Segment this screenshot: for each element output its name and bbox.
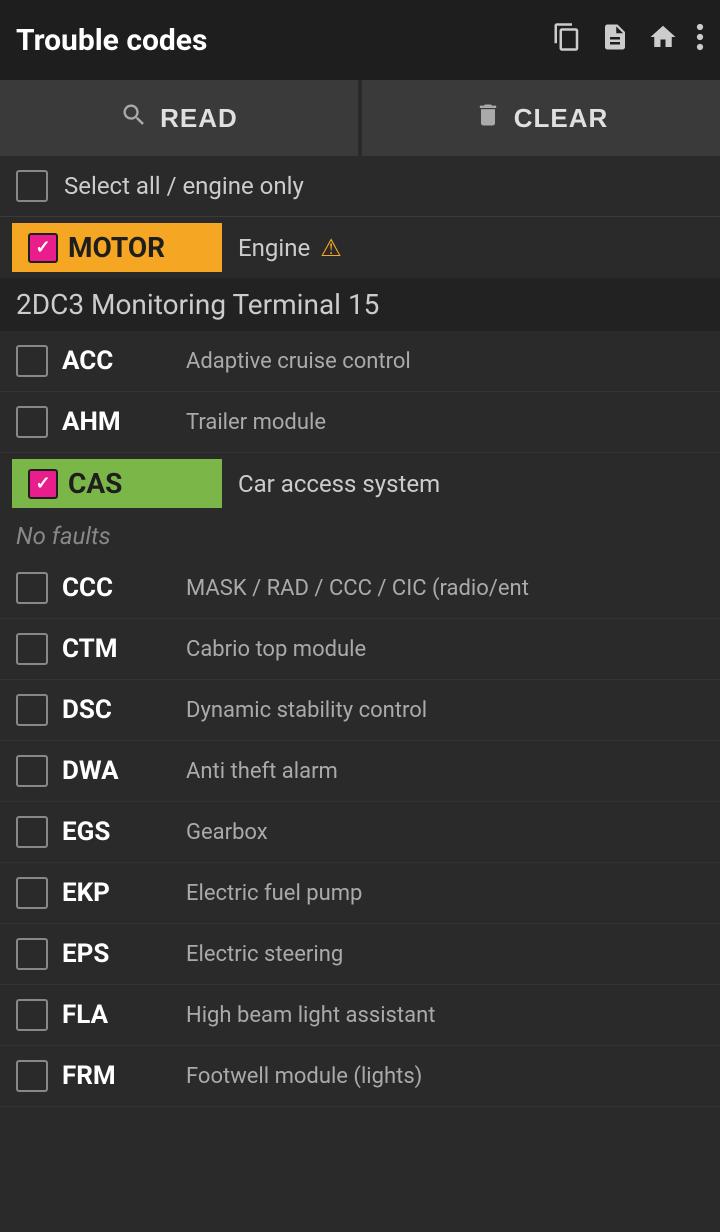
list-item[interactable]: EPS Electric steering [0, 924, 720, 985]
list-item[interactable]: CTM Cabrio top module [0, 619, 720, 680]
file-icon[interactable] [600, 22, 630, 59]
ekp-checkbox[interactable] [16, 877, 48, 909]
ctm-code: CTM [62, 634, 172, 664]
ahm-checkbox[interactable] [16, 406, 48, 438]
motor-desc-text: Engine [238, 234, 310, 262]
cas-code: CAS [68, 467, 122, 500]
page-title: Trouble codes [16, 23, 552, 58]
fla-desc: High beam light assistant [186, 1003, 704, 1028]
dwa-checkbox[interactable] [16, 755, 48, 787]
dsc-code: DSC [62, 695, 172, 725]
cas-description: Car access system [222, 470, 440, 498]
acc-checkbox[interactable] [16, 345, 48, 377]
fla-checkbox[interactable] [16, 999, 48, 1031]
dwa-desc: Anti theft alarm [186, 759, 704, 784]
header-actions [552, 22, 704, 59]
cas-checkbox[interactable] [28, 469, 58, 499]
ctm-desc: Cabrio top module [186, 637, 704, 662]
list-item[interactable]: DSC Dynamic stability control [0, 680, 720, 741]
cas-module-header[interactable]: CAS Car access system [0, 453, 720, 514]
read-button[interactable]: READ [0, 80, 358, 156]
egs-code: EGS [62, 817, 172, 847]
eps-code: EPS [62, 939, 172, 969]
acc-code: ACC [62, 346, 172, 376]
frm-checkbox[interactable] [16, 1060, 48, 1092]
acc-desc: Adaptive cruise control [186, 349, 704, 374]
delete-icon [474, 101, 502, 136]
fla-code: FLA [62, 1000, 172, 1030]
ahm-code: AHM [62, 407, 172, 437]
ccc-code: CCC [62, 573, 172, 603]
home-icon[interactable] [648, 22, 678, 59]
dwa-code: DWA [62, 756, 172, 786]
more-vert-icon[interactable] [696, 22, 704, 59]
eps-desc: Electric steering [186, 942, 704, 967]
ekp-code: EKP [62, 878, 172, 908]
ekp-desc: Electric fuel pump [186, 881, 704, 906]
clear-label: CLEAR [514, 103, 609, 134]
egs-desc: Gearbox [186, 820, 704, 845]
section-title: 2DC3 Monitoring Terminal 15 [0, 278, 720, 331]
no-faults-status: No faults [0, 514, 720, 558]
header: Trouble codes [0, 0, 720, 80]
motor-checkbox[interactable] [28, 233, 58, 263]
list-item[interactable]: AHM Trailer module [0, 392, 720, 453]
toolbar: READ CLEAR [0, 80, 720, 156]
search-icon [120, 101, 148, 136]
list-item[interactable]: CCC MASK / RAD / CCC / CIC (radio/ent [0, 558, 720, 619]
list-item[interactable]: FLA High beam light assistant [0, 985, 720, 1046]
motor-badge[interactable]: MOTOR [12, 223, 222, 272]
list-item[interactable]: DWA Anti theft alarm [0, 741, 720, 802]
read-label: READ [160, 103, 238, 134]
select-all-checkbox[interactable] [16, 170, 48, 202]
warning-icon: ⚠ [320, 234, 342, 262]
motor-module-header[interactable]: MOTOR Engine ⚠ [0, 217, 720, 278]
ahm-desc: Trailer module [186, 410, 704, 435]
list-item[interactable]: ACC Adaptive cruise control [0, 331, 720, 392]
select-all-label: Select all / engine only [64, 172, 304, 200]
cas-badge[interactable]: CAS [12, 459, 222, 508]
dsc-checkbox[interactable] [16, 694, 48, 726]
frm-code: FRM [62, 1061, 172, 1091]
eps-checkbox[interactable] [16, 938, 48, 970]
motor-code: MOTOR [68, 231, 165, 264]
cas-desc-text: Car access system [238, 470, 440, 498]
ctm-checkbox[interactable] [16, 633, 48, 665]
list-item[interactable]: EGS Gearbox [0, 802, 720, 863]
list-item[interactable]: FRM Footwell module (lights) [0, 1046, 720, 1107]
ccc-checkbox[interactable] [16, 572, 48, 604]
clear-button[interactable]: CLEAR [362, 80, 720, 156]
egs-checkbox[interactable] [16, 816, 48, 848]
ccc-desc: MASK / RAD / CCC / CIC (radio/ent [186, 576, 704, 601]
motor-description: Engine ⚠ [222, 234, 342, 262]
frm-desc: Footwell module (lights) [186, 1064, 704, 1089]
copy-icon[interactable] [552, 22, 582, 59]
dsc-desc: Dynamic stability control [186, 698, 704, 723]
select-all-row[interactable]: Select all / engine only [0, 156, 720, 217]
list-item[interactable]: EKP Electric fuel pump [0, 863, 720, 924]
